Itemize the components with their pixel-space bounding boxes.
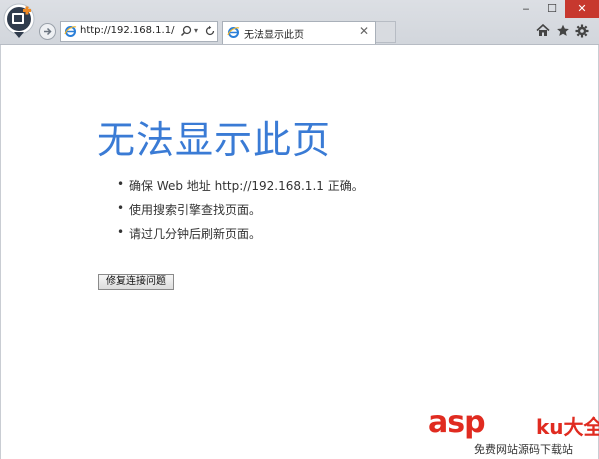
maximize-button[interactable]: ☐ xyxy=(539,0,565,18)
watermark-suffix: ku大全 xyxy=(536,415,599,439)
watermark-tagline: 免费网站源码下载站 xyxy=(474,443,573,456)
ie-icon xyxy=(64,26,77,37)
address-text: http://192.168.1.1/ xyxy=(80,25,175,36)
search-icon[interactable] xyxy=(180,25,192,37)
page-title: 无法显示此页 xyxy=(97,118,332,162)
bullet: • xyxy=(117,225,125,239)
suggestion-list: • 确保 Web 地址 http://192.168.1.1 正确。 • 使用搜… xyxy=(117,177,364,249)
gear-icon[interactable] xyxy=(575,24,589,38)
star-icon[interactable] xyxy=(556,24,570,37)
ie-icon xyxy=(227,27,240,38)
page-content: 无法显示此页 • 确保 Web 地址 http://192.168.1.1 正确… xyxy=(0,45,599,459)
suggestion-text: 确保 Web 地址 http://192.168.1.1 正确。 xyxy=(129,179,364,193)
bullet: • xyxy=(117,177,125,191)
refresh-icon[interactable] xyxy=(204,25,216,37)
fix-connection-button[interactable]: 修复连接问题 xyxy=(98,274,174,290)
suggestion-text: 请过几分钟后刷新页面。 xyxy=(129,227,262,241)
dropdown-icon[interactable]: ▾ xyxy=(194,26,198,35)
watermark: asp ku大全 免费网站源码下载站 xyxy=(426,405,599,459)
app-icon[interactable] xyxy=(2,2,36,42)
tab-title: 无法显示此页 xyxy=(244,30,304,41)
close-button[interactable]: ✕ xyxy=(565,0,599,18)
bullet: • xyxy=(117,201,125,215)
browser-window: http://192.168.1.1/ ▾ 无法显示此页 ✕ ‒ ☐ ✕ 无法显… xyxy=(0,0,599,459)
minimize-button[interactable]: ‒ xyxy=(513,0,539,18)
address-bar[interactable]: http://192.168.1.1/ ▾ xyxy=(60,21,218,42)
browser-chrome: http://192.168.1.1/ ▾ 无法显示此页 ✕ ‒ ☐ ✕ xyxy=(0,0,599,45)
list-item: • 确保 Web 地址 http://192.168.1.1 正确。 xyxy=(117,177,364,201)
home-icon[interactable] xyxy=(536,24,550,37)
back-button[interactable] xyxy=(39,23,56,40)
new-tab-button[interactable] xyxy=(376,21,396,43)
list-item: • 请过几分钟后刷新页面。 xyxy=(117,225,364,249)
watermark-brand: asp xyxy=(428,405,486,440)
suggestion-text: 使用搜索引擎查找页面。 xyxy=(129,203,262,217)
list-item: • 使用搜索引擎查找页面。 xyxy=(117,201,364,225)
arrow-right-icon xyxy=(44,27,52,36)
tab-active[interactable]: 无法显示此页 ✕ xyxy=(222,21,376,44)
close-tab-icon[interactable]: ✕ xyxy=(359,24,369,38)
